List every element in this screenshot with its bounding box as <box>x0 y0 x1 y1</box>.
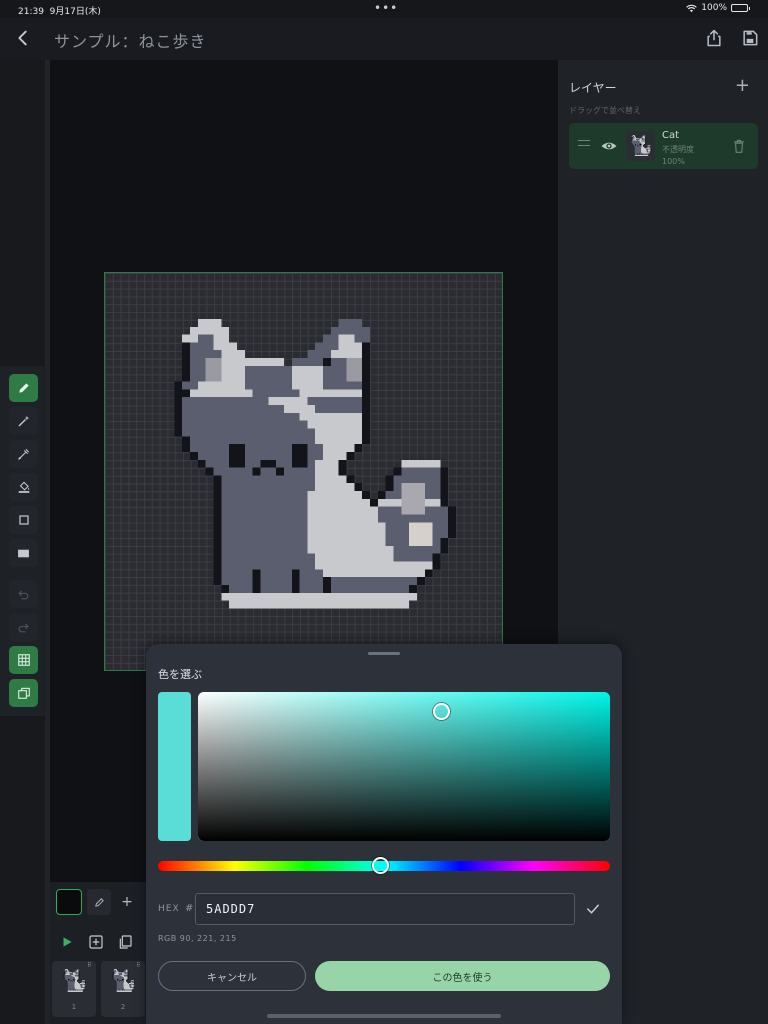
square-filled-icon <box>18 549 29 557</box>
pencil-icon <box>18 383 29 393</box>
hex-input[interactable] <box>195 893 575 925</box>
use-color-button[interactable]: この色を使う <box>315 961 610 991</box>
hex-label: HEX <box>158 904 180 914</box>
duplicate-frame-icon[interactable] <box>117 934 133 950</box>
rectangle-fill-tool-button[interactable] <box>9 539 38 567</box>
color-picker-title: 色を選ぶ <box>158 668 202 681</box>
frame-number: 2 <box>120 1003 126 1011</box>
fill-tool-button[interactable] <box>9 473 38 501</box>
square-outline-icon <box>18 515 29 525</box>
layer-panel-title: レイヤー <box>569 81 617 95</box>
saturation-value-handle[interactable] <box>433 703 450 720</box>
frame-cat-image <box>63 968 87 992</box>
status-bar: 21:39 9月17日(木) ••• 100% <box>0 0 768 18</box>
add-frame-icon[interactable] <box>88 934 104 950</box>
undo-icon <box>18 590 29 599</box>
layer-opacity: 不透明度 100% <box>662 145 694 166</box>
rectangle-outline-tool-button[interactable] <box>9 506 38 534</box>
back-chevron-icon[interactable] <box>12 27 34 49</box>
visibility-eye-icon[interactable] <box>600 137 618 155</box>
status-right: 100% <box>686 3 750 13</box>
brush-size-button[interactable] <box>87 889 111 915</box>
onion-skin-toggle-button[interactable] <box>9 679 38 707</box>
eyedropper-icon <box>18 448 29 460</box>
paint-bucket-icon <box>18 481 29 493</box>
play-icon[interactable] <box>60 935 74 949</box>
status-date: 9月17日(木) <box>49 7 101 17</box>
frame-thumbnail[interactable]: ⠿ 2 <box>101 961 145 1017</box>
grid-toggle-button[interactable] <box>9 646 38 674</box>
hue-slider-handle[interactable] <box>372 857 389 874</box>
layer-thumbnail <box>626 131 655 161</box>
eraser-tool-button[interactable] <box>9 407 38 435</box>
layers-copy-icon <box>17 687 30 699</box>
magic-eraser-icon <box>18 415 29 427</box>
pencil-small-icon <box>94 897 104 907</box>
page-title: サンプル：ねこ歩き <box>54 32 207 51</box>
frame-thumbnail[interactable]: ⠿ 1 <box>52 961 96 1017</box>
grid-icon <box>17 654 30 666</box>
share-icon[interactable] <box>704 28 724 48</box>
frame-cat-image <box>112 968 136 992</box>
current-color-swatch[interactable] <box>56 889 82 915</box>
multitask-dots-icon[interactable]: ••• <box>374 1 398 15</box>
eyedropper-tool-button[interactable] <box>9 440 38 468</box>
pixel-cat-artwork <box>174 318 457 609</box>
layer-name: Cat <box>662 130 680 141</box>
redo-button[interactable] <box>9 613 38 641</box>
add-color-button[interactable]: + <box>115 889 139 915</box>
hex-hash: # <box>185 903 194 914</box>
status-time: 21:39 9月17日(木) <box>18 7 101 17</box>
selected-color-preview <box>158 692 191 841</box>
delete-layer-icon[interactable] <box>732 138 746 154</box>
sheet-drag-handle[interactable] <box>368 652 400 655</box>
cancel-button[interactable]: キャンセル <box>158 961 306 991</box>
redo-icon <box>18 623 29 632</box>
rgb-readout: RGB 90, 221, 215 <box>158 934 237 943</box>
layer-row[interactable]: Cat 不透明度 100% <box>569 123 758 169</box>
battery-icon <box>731 4 750 12</box>
undo-button[interactable] <box>9 580 38 608</box>
save-icon[interactable] <box>740 28 760 48</box>
app-header: サンプル：ねこ歩き <box>0 18 768 60</box>
add-layer-icon[interactable]: + <box>735 75 750 96</box>
saturation-value-field[interactable] <box>198 692 610 841</box>
frame-grip-icon[interactable]: ⠿ <box>87 963 93 972</box>
confirm-check-icon[interactable] <box>584 900 602 918</box>
frame-grip-icon[interactable]: ⠿ <box>136 963 142 972</box>
tool-panel <box>0 366 46 716</box>
color-picker-sheet: 色を選ぶ HEX # RGB 90, 221, 215 キャンセル この色を使う <box>146 644 622 1024</box>
layer-panel-hint: ドラッグで並べ替え <box>569 106 641 115</box>
battery-percent: 100% <box>701 3 727 13</box>
frame-number: 1 <box>71 1003 77 1011</box>
wifi-icon <box>686 4 698 12</box>
home-indicator <box>267 1014 501 1018</box>
pencil-tool-button[interactable] <box>9 374 38 402</box>
drag-handle-icon[interactable] <box>578 140 590 146</box>
